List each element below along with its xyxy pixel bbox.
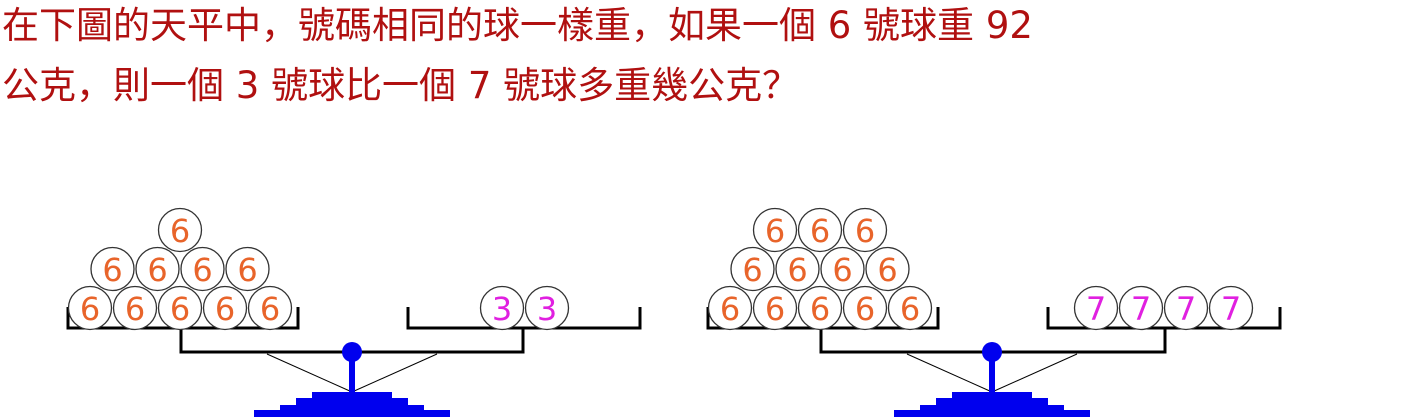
- ball-number-1-right_pan-0-2: 7: [1176, 290, 1196, 328]
- ball-number-0-left_pan-2-4: 6: [260, 290, 280, 328]
- ball-number-0-left_pan-1-0: 6: [102, 251, 122, 289]
- ball-number-0-left_pan-1-1: 6: [147, 251, 167, 289]
- ball-number-1-left_pan-1-2: 6: [832, 251, 852, 289]
- ball-number-0-right_pan-0-0: 3: [492, 290, 512, 328]
- right-string-1: [991, 353, 1078, 393]
- ball-number-1-left_pan-1-1: 6: [787, 251, 807, 289]
- ball-number-0-left_pan-2-2: 6: [170, 290, 190, 328]
- ball-number-1-left_pan-1-0: 6: [742, 251, 762, 289]
- ball-number-1-right_pan-0-1: 7: [1131, 290, 1151, 328]
- ball-number-1-left_pan-0-2: 6: [855, 212, 875, 250]
- base-step-2-1: [936, 398, 1048, 405]
- ball-number-0-left_pan-1-2: 6: [192, 251, 212, 289]
- left-string-0: [266, 353, 353, 393]
- ball-number-1-left_pan-2-1: 6: [765, 290, 785, 328]
- base-step-1-0: [312, 392, 392, 398]
- ball-number-1-left_pan-2-0: 6: [720, 290, 740, 328]
- ball-number-0-left_pan-2-3: 6: [215, 290, 235, 328]
- pivot-1: [982, 342, 1002, 362]
- ball-number-1-left_pan-0-1: 6: [810, 212, 830, 250]
- base-step-3-1: [920, 405, 1064, 410]
- base-step-1-1: [952, 392, 1032, 398]
- ball-number-1-left_pan-1-3: 6: [877, 251, 897, 289]
- ball-number-0-left_pan-0-0: 6: [170, 212, 190, 250]
- ball-number-1-left_pan-0-0: 6: [765, 212, 785, 250]
- ball-number-1-right_pan-0-3: 7: [1221, 290, 1241, 328]
- balance-scale-diagram: 66 6 6 66 6 6 6 6 3 36 6 66 6 6 66 6 6 6 6 7 7 7 7: [66, 207, 1282, 417]
- base-step-3-0: [280, 405, 424, 410]
- ball-number-0-left_pan-2-0: 6: [80, 290, 100, 328]
- right-string-0: [351, 353, 438, 393]
- ball-number-1-right_pan-0-0: 7: [1086, 290, 1106, 328]
- ball-number-0-right_pan-0-1: 3: [537, 290, 557, 328]
- base-step-4-1: [894, 410, 1090, 417]
- base-step-4-0: [254, 410, 450, 417]
- ball-number-1-left_pan-2-2: 6: [810, 290, 830, 328]
- base-step-2-0: [296, 398, 408, 405]
- pivot-0: [342, 342, 362, 362]
- left-string-1: [906, 353, 993, 393]
- ball-number-1-left_pan-2-3: 6: [855, 290, 875, 328]
- ball-number-1-left_pan-2-4: 6: [900, 290, 920, 328]
- ball-number-0-left_pan-2-1: 6: [125, 290, 145, 328]
- ball-number-0-left_pan-1-3: 6: [237, 251, 257, 289]
